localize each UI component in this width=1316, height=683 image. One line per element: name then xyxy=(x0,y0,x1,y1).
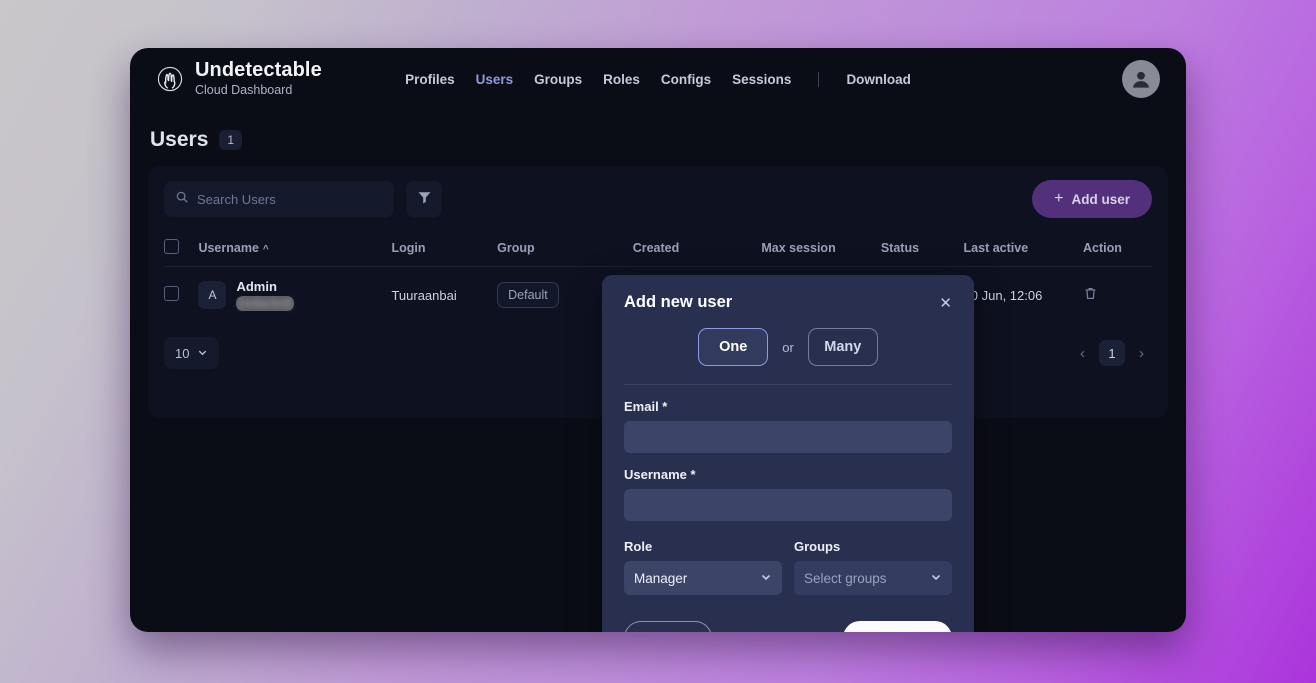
email-label: Email * xyxy=(624,399,952,414)
user-avatar-button[interactable] xyxy=(1122,60,1160,98)
chevron-down-icon xyxy=(760,571,772,586)
close-icon[interactable]: ✕ xyxy=(939,294,952,312)
email-field[interactable] xyxy=(624,421,952,453)
role-groups-row: Role Manager Groups Select groups xyxy=(624,521,952,595)
column-username[interactable]: Username ^ xyxy=(198,230,391,267)
brand-text: Undetectable Cloud Dashboard xyxy=(195,60,322,97)
page-title: Users xyxy=(150,128,208,152)
role-label: Role xyxy=(624,539,782,554)
select-all-header[interactable] xyxy=(164,230,198,267)
user-identity: Admin [redacted] xyxy=(236,279,293,311)
app-window: Undetectable Cloud Dashboard Profiles Us… xyxy=(130,48,1186,632)
hand-fingerprint-icon xyxy=(156,65,184,93)
cancel-button[interactable]: Cancel xyxy=(624,621,712,632)
modal-footer: Cancel Add users xyxy=(624,595,952,632)
trash-icon[interactable] xyxy=(1083,288,1098,304)
chevron-down-icon xyxy=(930,571,942,586)
search-icon xyxy=(175,190,189,209)
column-group[interactable]: Group xyxy=(497,230,633,267)
user-email-redacted: [redacted] xyxy=(236,296,293,311)
search-field[interactable] xyxy=(164,181,394,217)
user-cell: A Admin [redacted] xyxy=(198,279,391,311)
page-number-1[interactable]: 1 xyxy=(1099,340,1125,366)
brand-subtitle: Cloud Dashboard xyxy=(195,84,322,97)
mode-selector: One or Many xyxy=(624,312,952,385)
nav-item-users[interactable]: Users xyxy=(476,72,514,87)
users-count-badge: 1 xyxy=(219,130,242,150)
row-action-cell[interactable] xyxy=(1083,267,1152,324)
column-action: Action xyxy=(1083,230,1152,267)
top-navigation-bar: Undetectable Cloud Dashboard Profiles Us… xyxy=(130,48,1186,110)
column-status[interactable]: Status xyxy=(881,230,964,267)
nav-item-sessions[interactable]: Sessions xyxy=(732,72,791,87)
brand-logo-group[interactable]: Undetectable Cloud Dashboard xyxy=(156,60,322,97)
user-avatar-icon xyxy=(1128,66,1154,92)
add-user-label: Add user xyxy=(1071,192,1130,207)
select-all-checkbox[interactable] xyxy=(164,239,179,254)
brand-name: Undetectable xyxy=(195,60,322,81)
mode-one-button[interactable]: One xyxy=(698,328,768,366)
nav-item-roles[interactable]: Roles xyxy=(603,72,640,87)
prev-page-button[interactable]: ‹ xyxy=(1072,342,1093,365)
row-select-cell[interactable] xyxy=(164,267,198,324)
avatar: A xyxy=(198,281,226,309)
column-username-label: Username xyxy=(198,241,258,255)
row-username-cell: A Admin [redacted] xyxy=(198,267,391,324)
table-header-row: Username ^ Login Group Created Max sessio… xyxy=(164,230,1152,267)
nav-divider xyxy=(818,72,819,87)
next-page-button[interactable]: › xyxy=(1131,342,1152,365)
groups-field-group: Groups Select groups xyxy=(794,539,952,595)
nav-item-download[interactable]: Download xyxy=(846,72,911,87)
add-new-user-modal: Add new user ✕ One or Many Email * Usern… xyxy=(602,275,974,632)
sort-caret-icon: ^ xyxy=(263,244,269,255)
chevron-down-icon xyxy=(197,346,208,361)
column-last-active[interactable]: Last active xyxy=(964,230,1083,267)
group-chip[interactable]: Default xyxy=(497,282,559,308)
username-field[interactable] xyxy=(624,489,952,521)
user-name: Admin xyxy=(236,279,293,295)
mode-or-label: or xyxy=(782,340,794,355)
rows-per-page-select[interactable]: 10 xyxy=(164,337,219,369)
rows-per-page-value: 10 xyxy=(175,346,189,361)
add-user-button[interactable]: + Add user xyxy=(1032,180,1152,218)
groups-select-placeholder: Select groups xyxy=(804,571,887,586)
row-checkbox[interactable] xyxy=(164,286,179,301)
column-max-session[interactable]: Max session xyxy=(761,230,880,267)
username-field-group: Username * xyxy=(624,453,952,521)
row-last-active-cell: 20 Jun, 12:06 xyxy=(964,267,1083,324)
plus-icon: + xyxy=(1054,190,1063,208)
row-login-cell: Tuuraanbai xyxy=(391,267,497,324)
modal-header: Add new user ✕ xyxy=(624,293,952,312)
mode-many-button[interactable]: Many xyxy=(808,328,878,366)
page-header: Users 1 xyxy=(148,110,1168,166)
funnel-icon xyxy=(417,190,432,208)
filter-button[interactable] xyxy=(406,181,442,217)
groups-select[interactable]: Select groups xyxy=(794,561,952,595)
column-login[interactable]: Login xyxy=(391,230,497,267)
add-users-submit-button[interactable]: Add users xyxy=(843,621,952,632)
users-table-head: Username ^ Login Group Created Max sessio… xyxy=(164,230,1152,267)
role-select[interactable]: Manager xyxy=(624,561,782,595)
nav-item-profiles[interactable]: Profiles xyxy=(405,72,455,87)
role-select-value: Manager xyxy=(634,571,687,586)
modal-title: Add new user xyxy=(624,293,732,312)
nav-item-configs[interactable]: Configs xyxy=(661,72,711,87)
groups-label: Groups xyxy=(794,539,952,554)
role-field-group: Role Manager xyxy=(624,539,782,595)
users-toolbar: + Add user xyxy=(164,180,1152,230)
username-label: Username * xyxy=(624,467,952,482)
column-created[interactable]: Created xyxy=(633,230,762,267)
pager: ‹ 1 › xyxy=(1072,340,1152,366)
email-field-group: Email * xyxy=(624,385,952,453)
search-input[interactable] xyxy=(197,192,383,207)
nav-item-groups[interactable]: Groups xyxy=(534,72,582,87)
